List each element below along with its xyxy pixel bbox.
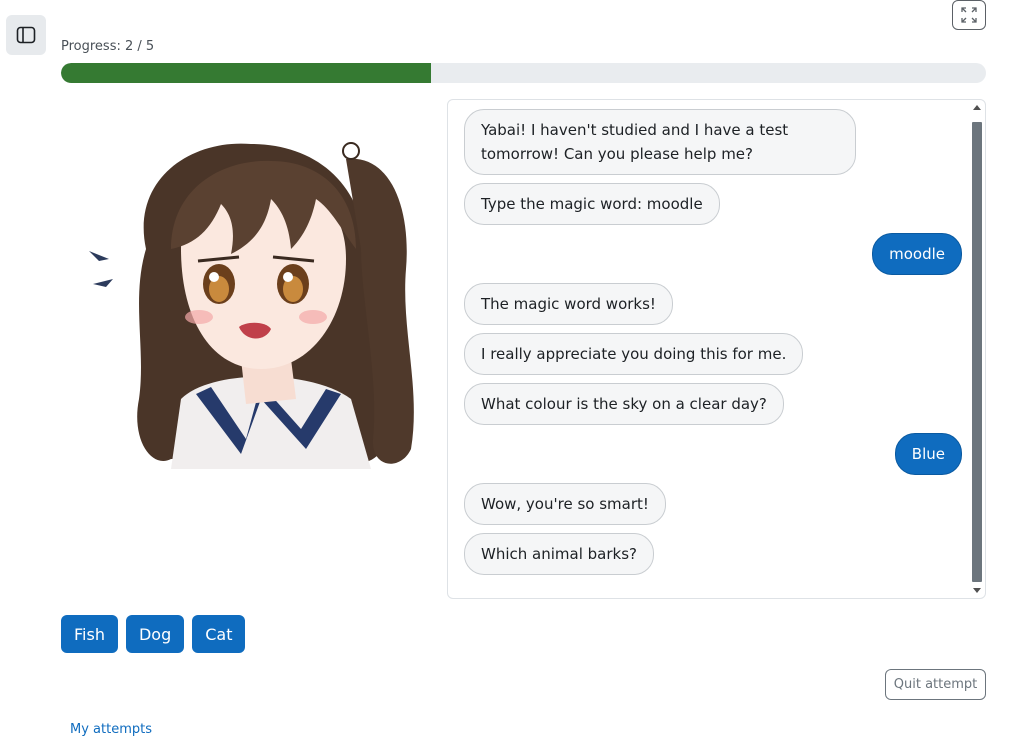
chat-message-bot: I really appreciate you doing this for m…: [464, 333, 804, 375]
progress-label: Progress: 2 / 5: [61, 39, 155, 54]
chat-message-user: Blue: [894, 433, 962, 475]
chat-message-user: moodle: [872, 233, 962, 275]
drawer-toggle-button[interactable]: [6, 15, 46, 55]
chat-message-bot: The magic word works!: [464, 283, 673, 325]
chat-message-bot: What colour is the sky on a clear day?: [464, 383, 784, 425]
answer-button-cat[interactable]: Cat: [192, 615, 246, 653]
chat-scrollbar[interactable]: [970, 100, 984, 598]
chat-message-bot: Yabai! I haven't studied and I have a te…: [464, 109, 856, 175]
my-attempts-link[interactable]: My attempts: [70, 722, 152, 737]
sidebar-toggle-icon: [16, 26, 36, 44]
chat-message-bot: Which animal barks?: [464, 533, 654, 575]
progress-bar: [61, 63, 986, 83]
progress-bar-fill: [61, 63, 431, 83]
chat-message-bot: Type the magic word: moodle: [464, 183, 720, 225]
answer-options: Fish Dog Cat: [61, 615, 246, 653]
chat-panel: Yabai! I haven't studied and I have a te…: [447, 99, 986, 599]
answer-button-fish[interactable]: Fish: [61, 615, 118, 653]
quit-attempt-button[interactable]: Quit attempt: [885, 669, 986, 700]
fullscreen-expand-icon: [961, 7, 977, 23]
chat-message-list: Yabai! I haven't studied and I have a te…: [448, 100, 970, 598]
answer-button-dog[interactable]: Dog: [125, 615, 185, 653]
fullscreen-button[interactable]: [952, 0, 986, 30]
chat-message-bot: Wow, you're so smart!: [464, 483, 666, 525]
scroll-down-arrow-icon[interactable]: [973, 588, 981, 593]
quiz-page: Progress: 2 / 5 Yabai! I haven't studied…: [0, 0, 1012, 753]
scrollbar-thumb[interactable]: [972, 122, 982, 582]
character-illustration: [89, 142, 414, 469]
scroll-up-arrow-icon[interactable]: [973, 105, 981, 110]
